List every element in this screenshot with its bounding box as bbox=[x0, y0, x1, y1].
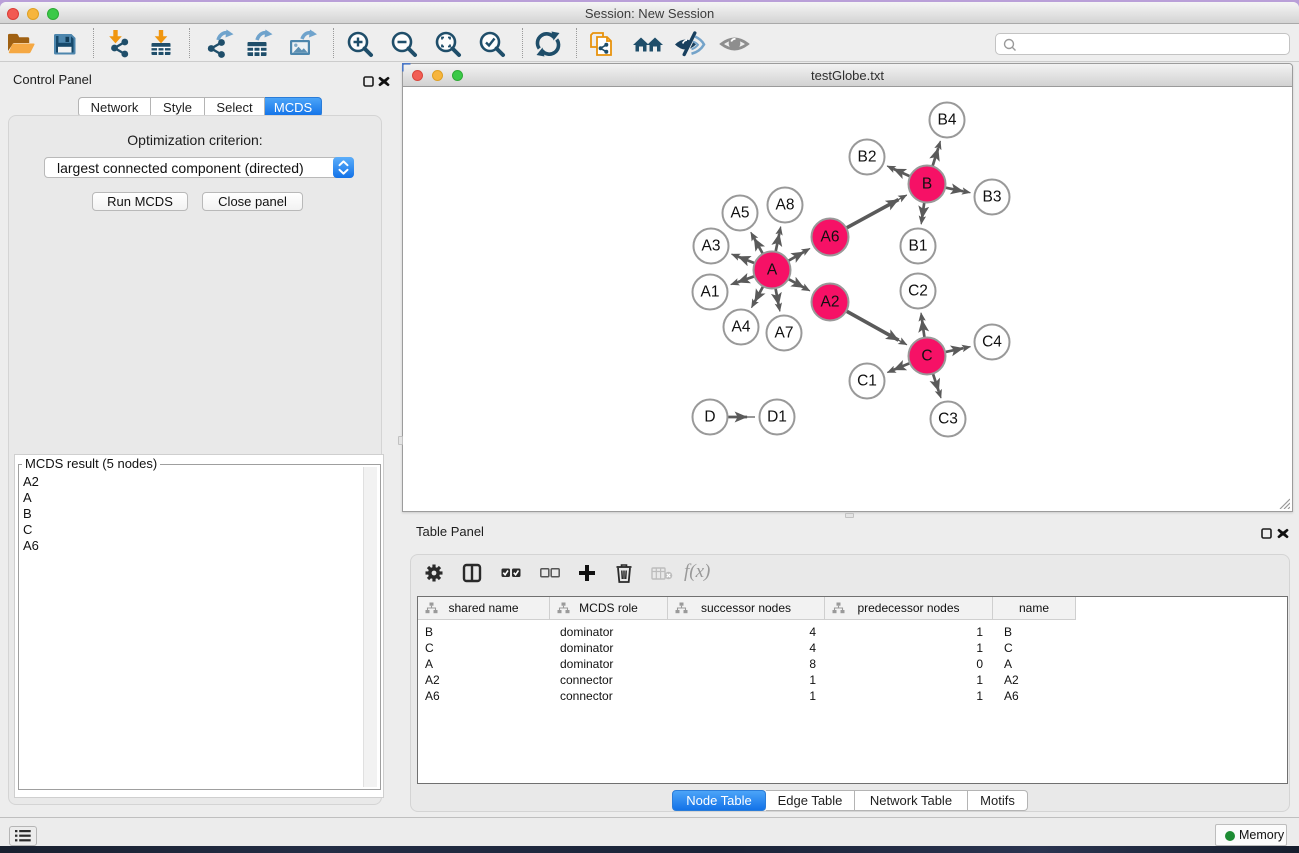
svg-text:A6: A6 bbox=[821, 229, 840, 246]
svg-text:C: C bbox=[921, 348, 932, 365]
svg-text:A5: A5 bbox=[731, 205, 750, 222]
svg-text:D: D bbox=[704, 409, 715, 426]
svg-text:C3: C3 bbox=[938, 411, 958, 428]
svg-text:B3: B3 bbox=[983, 189, 1002, 206]
svg-text:C2: C2 bbox=[908, 283, 928, 300]
svg-text:A: A bbox=[767, 262, 778, 279]
svg-text:A7: A7 bbox=[775, 325, 794, 342]
svg-text:A2: A2 bbox=[821, 294, 840, 311]
svg-text:A4: A4 bbox=[732, 319, 751, 336]
svg-text:A3: A3 bbox=[702, 238, 721, 255]
svg-text:B4: B4 bbox=[938, 112, 957, 129]
svg-text:B2: B2 bbox=[858, 149, 877, 166]
svg-text:A8: A8 bbox=[776, 197, 795, 214]
svg-text:A1: A1 bbox=[701, 284, 720, 301]
svg-text:C4: C4 bbox=[982, 334, 1002, 351]
svg-text:B1: B1 bbox=[909, 238, 928, 255]
svg-text:B: B bbox=[922, 176, 932, 193]
svg-text:C1: C1 bbox=[857, 373, 877, 390]
svg-text:D1: D1 bbox=[767, 409, 787, 426]
